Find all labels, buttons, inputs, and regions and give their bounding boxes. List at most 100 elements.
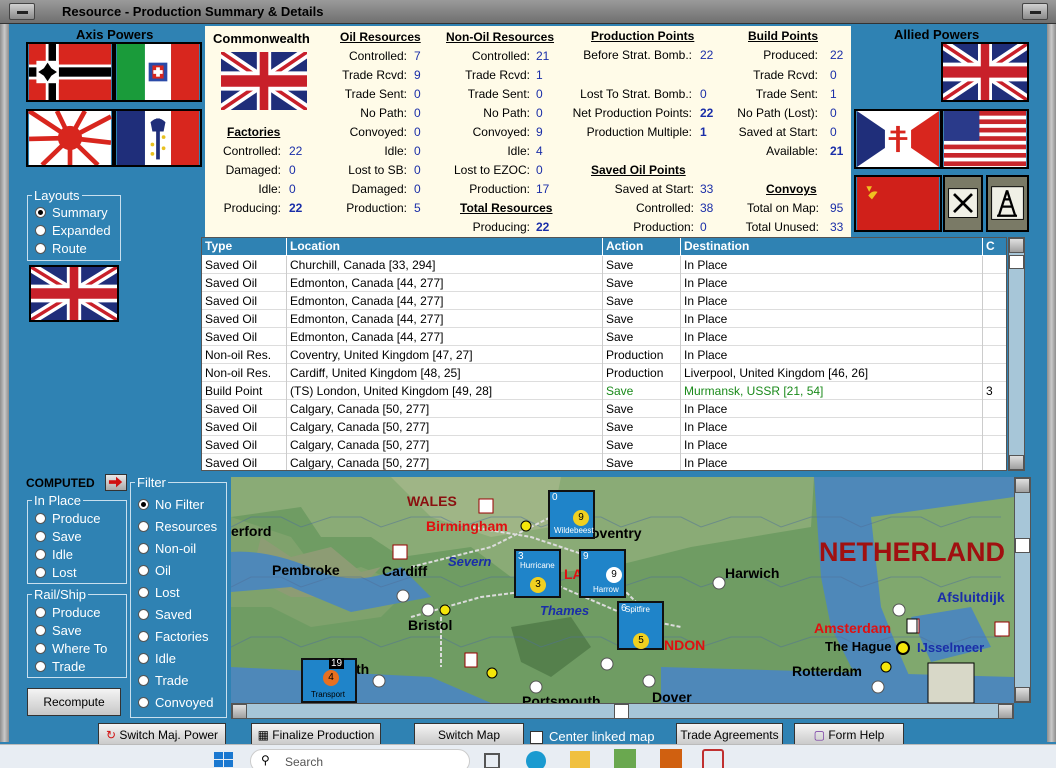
table-row[interactable]: Saved Oil Calgary, Canada [50, 277] Save In… [202,400,1006,418]
filter-option-radio[interactable]: Idle [138,651,176,666]
railship-produce-radio[interactable]: Produce [35,605,100,620]
mining-icon[interactable] [943,175,983,232]
game-icon[interactable] [660,749,682,768]
oil-value: 0 [414,106,421,120]
app-icon[interactable] [614,749,636,768]
table-row[interactable]: Saved Oil Edmonton, Canada [44, 277] Save I… [202,310,1006,328]
col-c-header[interactable]: C [983,238,1006,255]
scroll-thumb[interactable] [1009,255,1024,269]
oil-label: Idle: [384,144,407,158]
filter-option-radio[interactable]: Resources [138,519,217,534]
layout-summary-radio[interactable]: Summary [35,205,108,220]
table-row[interactable]: Saved Oil Churchill, Canada [33, 294] Save… [202,256,1006,274]
in-place-title: In Place [32,493,83,508]
scroll-up-icon[interactable] [1009,238,1024,253]
map-scroll-left-icon[interactable] [232,704,247,719]
oil-derrick-icon[interactable] [986,175,1029,232]
app2-icon[interactable] [702,749,724,768]
game-map[interactable]: WALES Birmingham oventry NETHERLAND erfo… [231,477,1014,703]
center-linked-map-checkbox[interactable] [530,731,543,744]
inplace-lost-radio[interactable]: Lost [35,565,77,580]
savedoil-value: 33 [700,182,714,196]
col-destination-header[interactable]: Destination [681,238,983,255]
map-scroll-down-icon[interactable] [1015,687,1030,702]
taskbar-search[interactable]: ⚲ Search [250,749,470,768]
railship-trade-radio[interactable]: Trade [35,659,85,674]
filter-option-radio[interactable]: Lost [138,585,180,600]
map-vscroll-thumb[interactable] [1015,538,1030,553]
filter-option-radio[interactable]: Non-oil [138,541,196,556]
map-unit-hurricane[interactable]: 3 3 Hurricane [514,549,561,598]
usa-flag[interactable] [941,109,1029,169]
layout-expanded-radio[interactable]: Expanded [35,223,111,238]
map-label-cardiff: Cardiff [382,563,428,579]
map-unit-spitfire[interactable]: 6 5 Spitfire [617,601,664,650]
railship-whereto-radio[interactable]: Where To [35,641,107,656]
filter-option-radio[interactable]: Convoyed [138,695,214,710]
railship-save-radio[interactable]: Save [35,623,82,638]
filter-option-radio[interactable]: Trade [138,673,188,688]
axis-powers-title: Axis Powers [76,27,154,42]
filter-option-radio[interactable]: Saved [138,607,192,622]
table-row[interactable]: Non-oil Res. Coventry, United Kingdom [47… [202,346,1006,364]
layout-route-radio[interactable]: Route [35,241,87,256]
uk-flag[interactable] [941,42,1029,102]
summary-panel: Commonwealth Factories Controlled: 22 Dama… [205,26,851,237]
table-cell: In Place [681,454,983,470]
col-action-header[interactable]: Action [603,238,681,255]
windows-start-icon[interactable] [214,750,234,768]
table-row[interactable]: Saved Oil Calgary, Canada [50, 277] Save In… [202,436,1006,454]
table-scrollbar[interactable] [1008,237,1025,471]
file-explorer-icon[interactable] [570,751,590,768]
table-row[interactable]: Non-oil Res. Cardiff, United Kingdom [48,… [202,364,1006,382]
map-vscrollbar[interactable] [1014,477,1031,703]
rail-ship-group: Rail/Ship Produce Save Where To Trade [27,587,127,678]
table-cell [983,418,1006,436]
table-row[interactable]: Saved Oil Calgary, Canada [50, 277] Save In… [202,418,1006,436]
inplace-produce-radio[interactable]: Produce [35,511,100,526]
map-hscrollbar[interactable] [231,703,1014,719]
map-scroll-up-icon[interactable] [1015,478,1030,493]
table-row[interactable]: Build Point (TS) London, United Kingdom [… [202,382,1006,400]
radio-icon [138,565,149,576]
map-unit-transport[interactable]: 19 4 Transport [301,658,357,703]
map-hscroll-thumb[interactable] [614,704,629,719]
free-france-flag[interactable] [854,109,942,169]
commonwealth-flag[interactable] [29,265,119,322]
inplace-save-radio[interactable]: Save [35,529,82,544]
table-row[interactable]: Saved Oil Edmonton, Canada [44, 277] Save I… [202,292,1006,310]
scroll-down-icon[interactable] [1009,455,1024,470]
edge-icon[interactable] [526,751,546,768]
filter-option-radio[interactable]: No Filter [138,497,204,512]
japan-flag[interactable] [26,109,114,167]
inplace-idle-radio[interactable]: Idle [35,547,73,562]
map-scroll-right-icon[interactable] [998,704,1013,719]
map-unit-harrow[interactable]: 9 9 Harrow [579,549,626,598]
germany-flag[interactable] [26,42,114,102]
table-cell: Saved Oil [202,418,287,436]
system-menu-button[interactable] [9,3,35,20]
oil-label: Production: [346,201,407,215]
table-cell: Saved Oil [202,454,287,470]
vichy-france-flag[interactable] [114,109,202,167]
italy-flag[interactable] [114,42,202,102]
nonoil-value: 4 [536,144,543,158]
task-view-icon[interactable] [484,753,500,768]
table-cell: Calgary, Canada [50, 277] [287,454,603,470]
table-cell: Non-oil Res. [202,364,287,382]
filter-option-radio[interactable]: Factories [138,629,208,644]
col-location-header[interactable]: Location [287,238,603,255]
recompute-button[interactable]: Recompute [27,688,121,716]
col-type-header[interactable]: Type [202,238,287,255]
table-cell: Calgary, Canada [50, 277] [287,400,603,418]
radio-icon [138,499,149,510]
ussr-flag[interactable] [854,175,942,232]
map-unit-wildebeest[interactable]: 0 9 Wildebeest [548,490,595,539]
computed-arrow-button[interactable] [105,474,127,491]
table-row[interactable]: Saved Oil Calgary, Canada [50, 277] Save In… [202,454,1006,470]
table-row[interactable]: Saved Oil Edmonton, Canada [44, 277] Save I… [202,328,1006,346]
map-label-thames: Thames [540,603,590,618]
table-row[interactable]: Saved Oil Edmonton, Canada [44, 277] Save I… [202,274,1006,292]
minimize-button[interactable] [1022,3,1048,20]
filter-option-radio[interactable]: Oil [138,563,171,578]
